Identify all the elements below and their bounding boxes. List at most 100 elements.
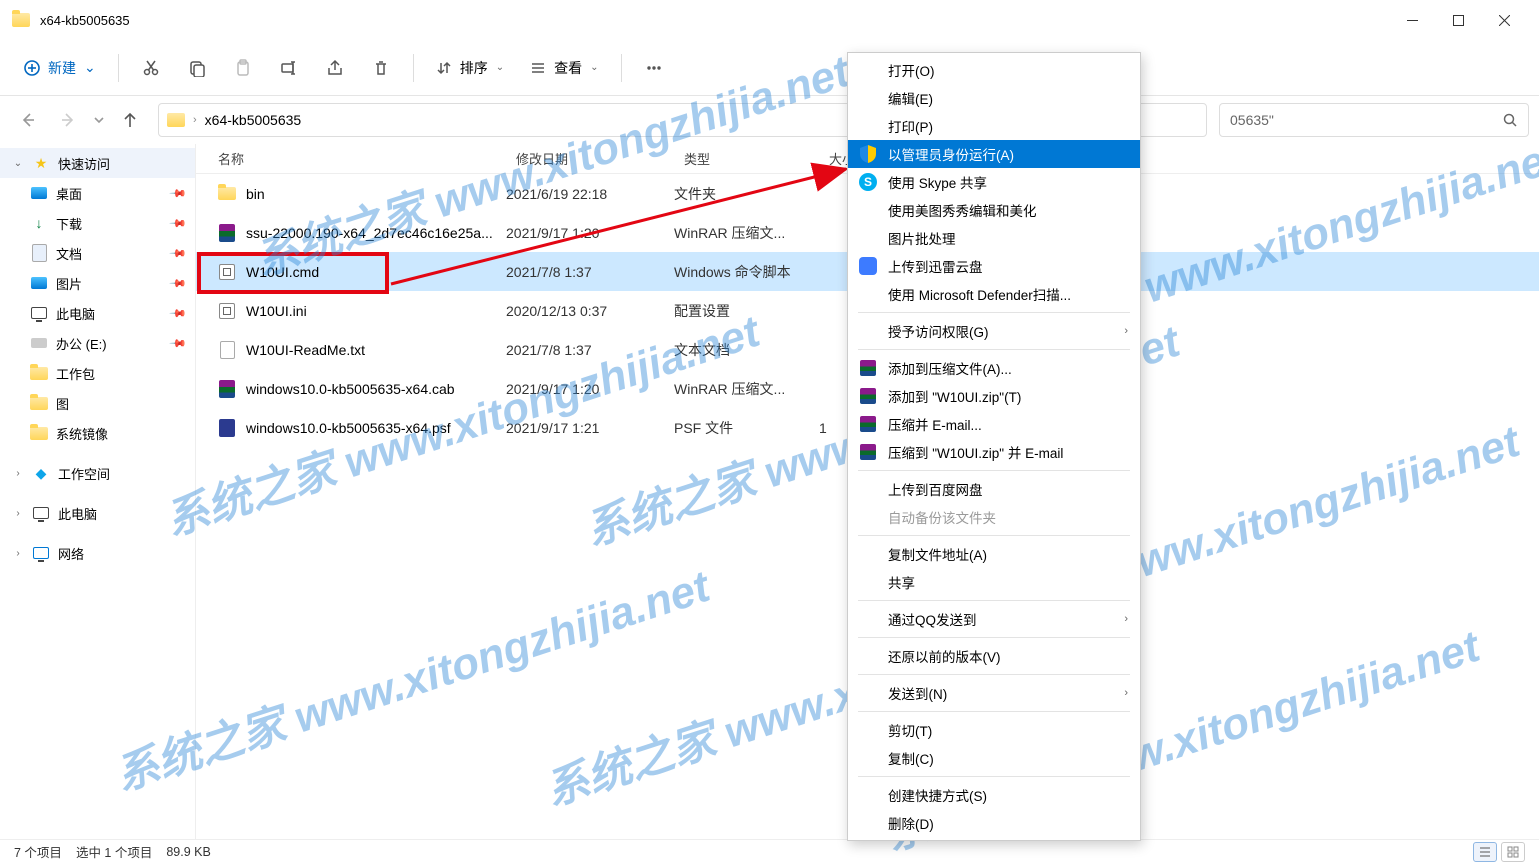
sidebar-item-tu[interactable]: 图: [18, 388, 195, 418]
view-button[interactable]: 查看 ⌄: [520, 52, 608, 84]
menu-item-icon: S: [858, 172, 878, 192]
menu-item-label: 添加到 "W10UI.zip"(T): [888, 386, 1021, 406]
menu-item[interactable]: 复制文件地址(A): [848, 540, 1140, 568]
menu-item[interactable]: 使用 Microsoft Defender扫描...: [848, 280, 1140, 308]
menu-item-label: 打开(O): [888, 60, 935, 80]
workspace-icon: ◆: [32, 464, 50, 482]
menu-item[interactable]: 还原以前的版本(V): [848, 642, 1140, 670]
menu-item[interactable]: 添加到 "W10UI.zip"(T): [848, 382, 1140, 410]
sidebar-item-pictures[interactable]: 图片📌: [18, 268, 195, 298]
menu-item-icon: [858, 544, 878, 564]
forward-button[interactable]: [50, 102, 86, 138]
sidebar-item-documents[interactable]: 文档📌: [18, 238, 195, 268]
menu-item-label: 通过QQ发送到: [888, 609, 977, 629]
view-icons-button[interactable]: [1501, 842, 1525, 862]
menu-item[interactable]: 通过QQ发送到›: [848, 605, 1140, 633]
menu-item[interactable]: 打印(P): [848, 112, 1140, 140]
menu-item-icon: [858, 572, 878, 592]
menu-item[interactable]: 上传到迅雷云盘: [848, 252, 1140, 280]
menu-item-label: 上传到百度网盘: [888, 479, 983, 499]
menu-item[interactable]: 使用美图秀秀编辑和美化: [848, 196, 1140, 224]
sidebar-item-workpkg[interactable]: 工作包: [18, 358, 195, 388]
col-date[interactable]: 修改日期: [506, 149, 674, 168]
menu-item[interactable]: 添加到压缩文件(A)...: [848, 354, 1140, 382]
menu-item[interactable]: 压缩到 "W10UI.zip" 并 E-mail: [848, 438, 1140, 466]
delete-button[interactable]: [361, 50, 401, 86]
new-button[interactable]: 新建 ⌄: [14, 52, 106, 84]
menu-item-label: 压缩并 E-mail...: [888, 414, 982, 434]
menu-item[interactable]: 图片批处理: [848, 224, 1140, 252]
menu-item[interactable]: 以管理员身份运行(A): [848, 140, 1140, 168]
menu-item-icon: [858, 60, 878, 80]
search-box[interactable]: 05635": [1219, 103, 1529, 137]
menu-item[interactable]: S使用 Skype 共享: [848, 168, 1140, 196]
menu-item[interactable]: 压缩并 E-mail...: [848, 410, 1140, 438]
expand-icon[interactable]: ›: [12, 508, 24, 519]
file-name: windows10.0-kb5005635-x64.psf: [246, 420, 451, 436]
download-icon: ↓: [30, 214, 48, 232]
file-date: 2020/12/13 0:37: [506, 303, 674, 319]
menu-item[interactable]: 上传到百度网盘: [848, 475, 1140, 503]
menu-item[interactable]: 编辑(E): [848, 84, 1140, 112]
cut-button[interactable]: [131, 50, 171, 86]
sidebar-item-downloads[interactable]: ↓下载📌: [18, 208, 195, 238]
menu-separator: [858, 600, 1130, 601]
separator: [621, 54, 622, 82]
file-type: Windows 命令脚本: [674, 262, 819, 282]
recent-button[interactable]: [90, 102, 108, 138]
menu-separator: [858, 349, 1130, 350]
network-icon: [32, 544, 50, 562]
sidebar-network[interactable]: ›网络: [0, 538, 195, 568]
sidebar-workspace[interactable]: ›◆工作空间: [0, 458, 195, 488]
sidebar-item-desktop[interactable]: 桌面📌: [18, 178, 195, 208]
toolbar: 新建 ⌄ 排序 ⌄ 查看 ⌄: [0, 40, 1539, 96]
pc-icon: [32, 504, 50, 522]
breadcrumb-current[interactable]: x64-kb5005635: [205, 112, 302, 128]
sort-button[interactable]: 排序 ⌄: [426, 52, 514, 84]
menu-item[interactable]: 剪切(T): [848, 716, 1140, 744]
menu-item[interactable]: 发送到(N)›: [848, 679, 1140, 707]
file-icon: [218, 185, 236, 203]
more-button[interactable]: [634, 50, 674, 86]
expand-icon[interactable]: ›: [12, 468, 24, 479]
menu-item[interactable]: 授予访问权限(G)›: [848, 317, 1140, 345]
menu-item[interactable]: 删除(D): [848, 809, 1140, 837]
context-menu: 打开(O) 编辑(E)打印(P)以管理员身份运行(A)S使用 Skype 共享使用…: [847, 52, 1141, 841]
view-label: 查看: [554, 58, 582, 78]
maximize-button[interactable]: [1435, 4, 1481, 36]
close-button[interactable]: [1481, 4, 1527, 36]
view-details-button[interactable]: [1473, 842, 1497, 862]
col-type[interactable]: 类型: [674, 149, 819, 168]
menu-item[interactable]: 复制(C): [848, 744, 1140, 772]
menu-item-label: 压缩到 "W10UI.zip" 并 E-mail: [888, 442, 1063, 462]
menu-item[interactable]: 创建快捷方式(S): [848, 781, 1140, 809]
minimize-button[interactable]: [1389, 4, 1435, 36]
menu-item[interactable]: 共享: [848, 568, 1140, 596]
folder-icon: [30, 364, 48, 382]
rename-button[interactable]: [269, 50, 309, 86]
file-name: W10UI-ReadMe.txt: [246, 342, 365, 358]
sidebar-quick-access[interactable]: ⌄ ★ 快速访问: [0, 148, 195, 178]
file-name: W10UI.ini: [246, 303, 307, 319]
sidebar-this-pc[interactable]: ›此电脑: [0, 498, 195, 528]
col-name[interactable]: 名称: [196, 149, 506, 168]
paste-button[interactable]: [223, 50, 263, 86]
menu-item-icon: [858, 144, 878, 164]
chevron-right-icon: ›: [193, 114, 197, 126]
share-button[interactable]: [315, 50, 355, 86]
chevron-down-icon: ⌄: [496, 62, 504, 73]
menu-item-icon: [858, 479, 878, 499]
sidebar-item-sysimg[interactable]: 系统镜像: [18, 418, 195, 448]
collapse-icon[interactable]: ⌄: [12, 158, 24, 169]
expand-icon[interactable]: ›: [12, 548, 24, 559]
sidebar-item-drive-e[interactable]: 办公 (E:)📌: [18, 328, 195, 358]
chevron-down-icon: ⌄: [590, 62, 598, 73]
copy-button[interactable]: [177, 50, 217, 86]
address-row: › x64-kb5005635 05635": [0, 96, 1539, 144]
sidebar-item-thispc[interactable]: 此电脑📌: [18, 298, 195, 328]
back-button[interactable]: [10, 102, 46, 138]
window-title: x64-kb5005635: [40, 13, 130, 28]
menu-item-label: 发送到(N): [888, 683, 947, 703]
up-button[interactable]: [112, 102, 148, 138]
menu-item[interactable]: 打开(O): [848, 56, 1140, 84]
